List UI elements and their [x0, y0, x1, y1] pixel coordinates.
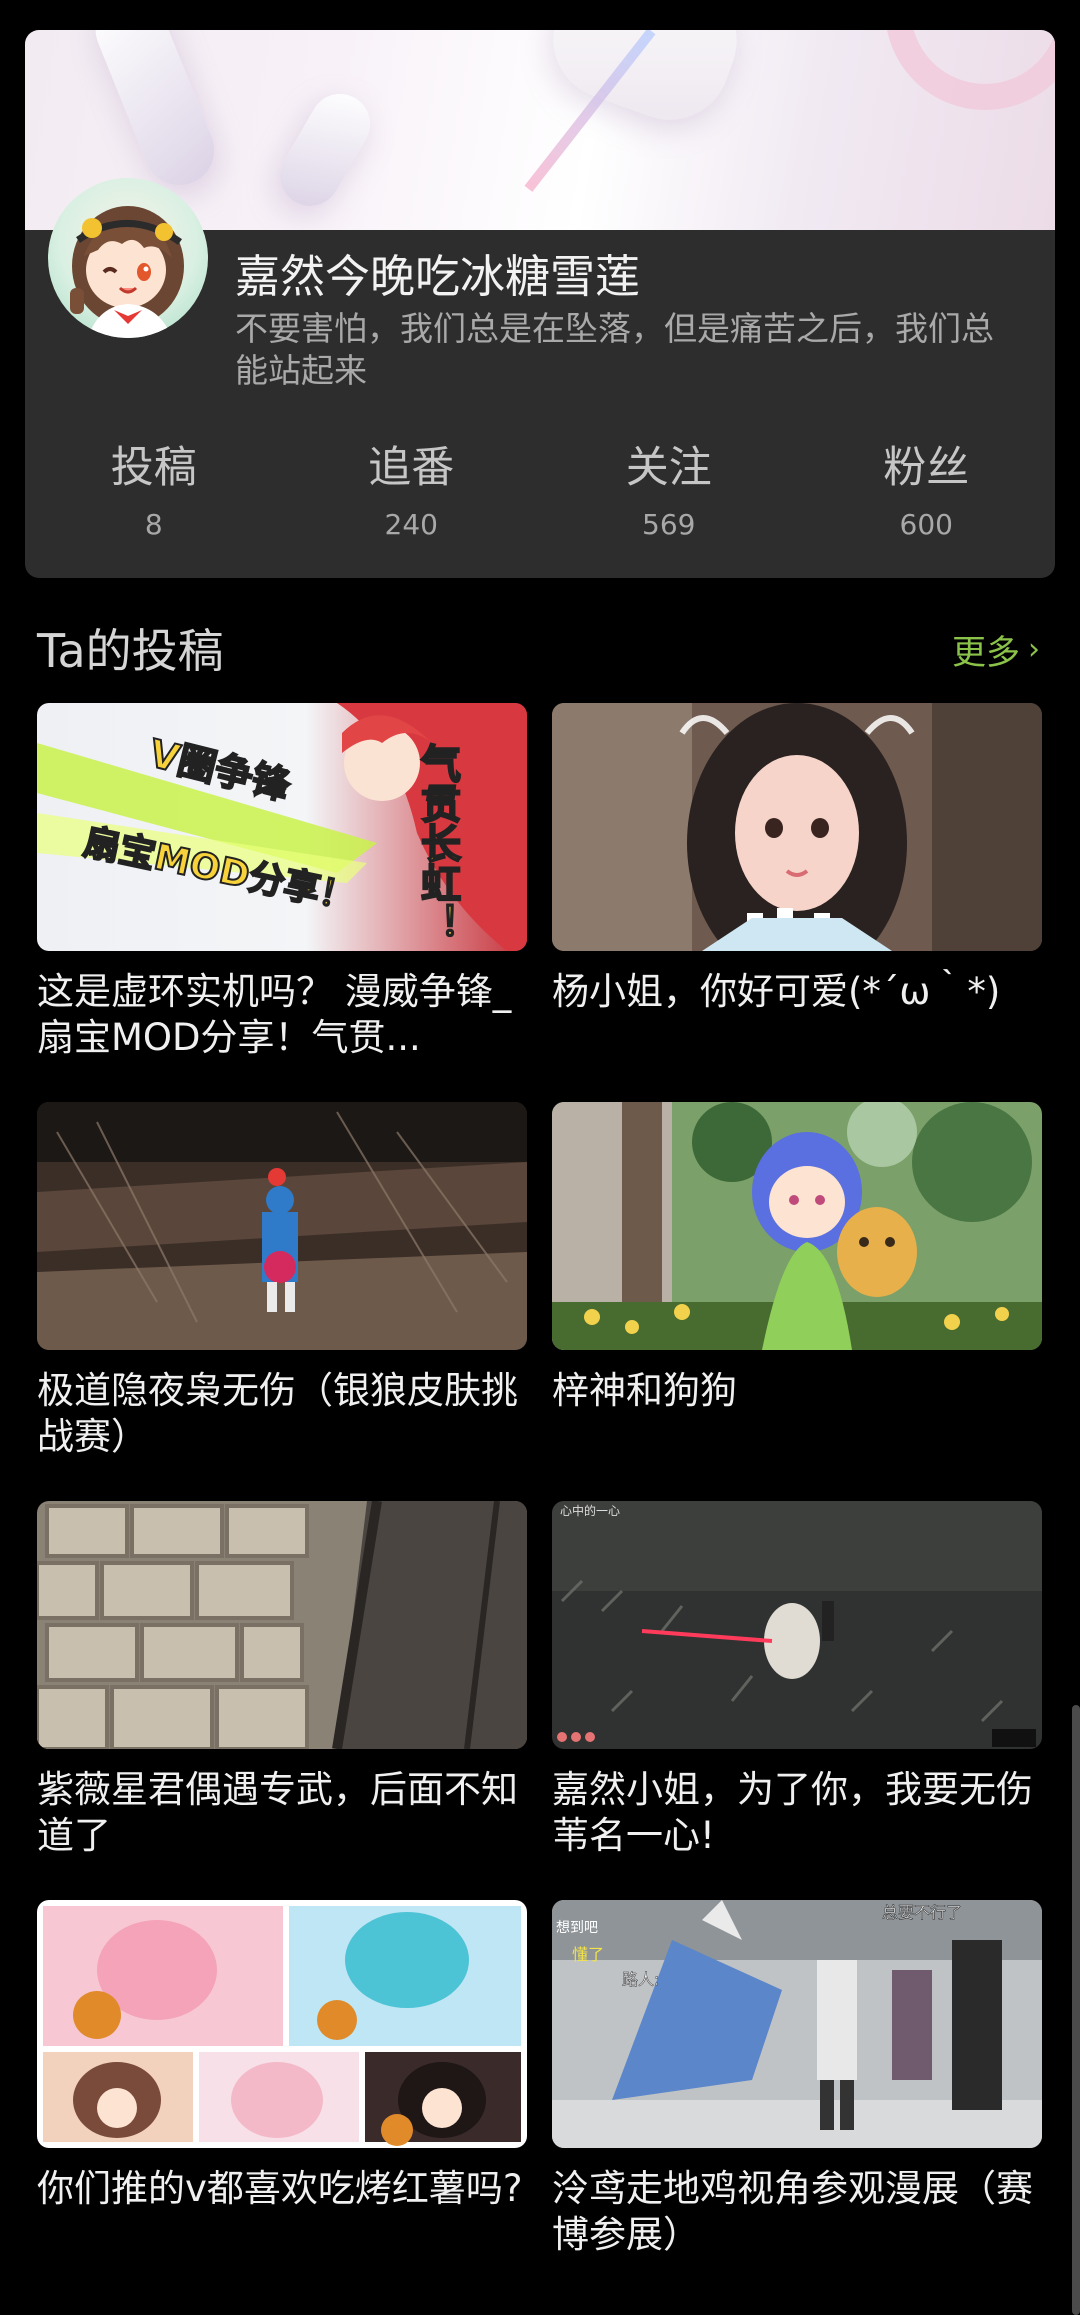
- user-bio: 不要害怕，我们总是在坠落，但是痛苦之后，我们总能站起来: [235, 309, 994, 390]
- section-title: Ta的投稿: [37, 624, 224, 678]
- username: 嘉然今晚吃冰糖雪莲: [235, 250, 641, 303]
- video-thumbnail: [37, 1501, 527, 1749]
- stat-bangumi[interactable]: 追番 240: [283, 442, 541, 562]
- video-card[interactable]: 极道隐夜枭无伤（银狼皮肤挑战赛）: [37, 1102, 527, 1460]
- stat-label: 关注: [625, 443, 712, 493]
- stat-label: 投稿: [110, 443, 197, 493]
- stat-value: 569: [642, 508, 696, 541]
- stat-following[interactable]: 关注 569: [540, 442, 798, 562]
- stat-posts[interactable]: 投稿 8: [25, 442, 283, 562]
- more-link[interactable]: 更多 ›: [952, 625, 1040, 674]
- video-thumbnail: [552, 1102, 1042, 1350]
- video-card[interactable]: 梓神和狗狗: [552, 1102, 1042, 1414]
- video-card[interactable]: V圈争锋 扇宝MOD分享！ 气贯长虹！ 这是虚环实机吗？ 漫威争锋_扇宝MOD分…: [37, 703, 527, 1061]
- stat-value: 8: [144, 508, 163, 541]
- video-title: 杨小姐，你好可爱(*´ω｀*): [552, 970, 1001, 1013]
- thumb-text: 路人:: [622, 1970, 659, 1989]
- video-card[interactable]: 心中的一心 嘉然小姐，为了你，我要无伤苇名一心!: [552, 1501, 1042, 1859]
- stat-followers[interactable]: 粉丝 600: [798, 442, 1056, 562]
- video-title: 紫薇星君偶遇专武，后面不知道了: [37, 1768, 518, 1857]
- video-card[interactable]: 总要不行了 想到吧 懂了 路人: 泠鸢走地鸡视角参观漫展（赛博参展）: [552, 1900, 1042, 2258]
- video-thumbnail: [552, 703, 1042, 951]
- video-card[interactable]: 杨小姐，你好可爱(*´ω｀*): [552, 703, 1042, 1015]
- video-title: 泠鸢走地鸡视角参观漫展（赛博参展）: [552, 2167, 1033, 2256]
- more-label: 更多: [952, 633, 1020, 673]
- chevron-right-icon: ›: [1028, 632, 1040, 667]
- scrollbar[interactable]: [1072, 1705, 1080, 2315]
- avatar[interactable]: [48, 178, 208, 338]
- video-title: 这是虚环实机吗？ 漫威争锋_扇宝MOD分享！气贯...: [37, 970, 512, 1059]
- profile-page: 嘉然今晚吃冰糖雪莲 不要害怕，我们总是在坠落，但是痛苦之后，我们总能站起来 投稿…: [0, 0, 1080, 2315]
- stat-label: 粉丝: [883, 443, 970, 493]
- thumb-text: 懂了: [572, 1945, 604, 1964]
- stat-value: 240: [384, 508, 438, 541]
- video-title: 嘉然小姐，为了你，我要无伤苇名一心!: [552, 1768, 1033, 1857]
- video-title: 梓神和狗狗: [552, 1369, 737, 1412]
- video-thumbnail: [37, 1900, 527, 2148]
- video-card[interactable]: 你们推的v都喜欢吃烤红薯吗?: [37, 1900, 527, 2212]
- thumb-text: 想到吧: [556, 1920, 598, 1936]
- video-thumbnail: 心中的一心: [552, 1501, 1042, 1749]
- thumb-text: 心中的一心: [560, 1503, 620, 1518]
- video-card[interactable]: 紫薇星君偶遇专武，后面不知道了: [37, 1501, 527, 1859]
- video-thumbnail: V圈争锋 扇宝MOD分享！ 气贯长虹！: [37, 703, 527, 951]
- thumb-text: 气贯长虹！: [414, 743, 461, 943]
- thumb-text: 总要不行了: [882, 1903, 962, 1922]
- video-title: 极道隐夜枭无伤（银狼皮肤挑战赛）: [37, 1369, 518, 1458]
- profile-stats: 投稿 8 追番 240 关注 569 粉丝 600: [25, 442, 1055, 562]
- video-title: 你们推的v都喜欢吃烤红薯吗?: [37, 2167, 523, 2210]
- video-thumbnail: [37, 1102, 527, 1350]
- stat-label: 追番: [368, 443, 455, 493]
- video-thumbnail: 总要不行了 想到吧 懂了 路人:: [552, 1900, 1042, 2148]
- stat-value: 600: [899, 508, 953, 541]
